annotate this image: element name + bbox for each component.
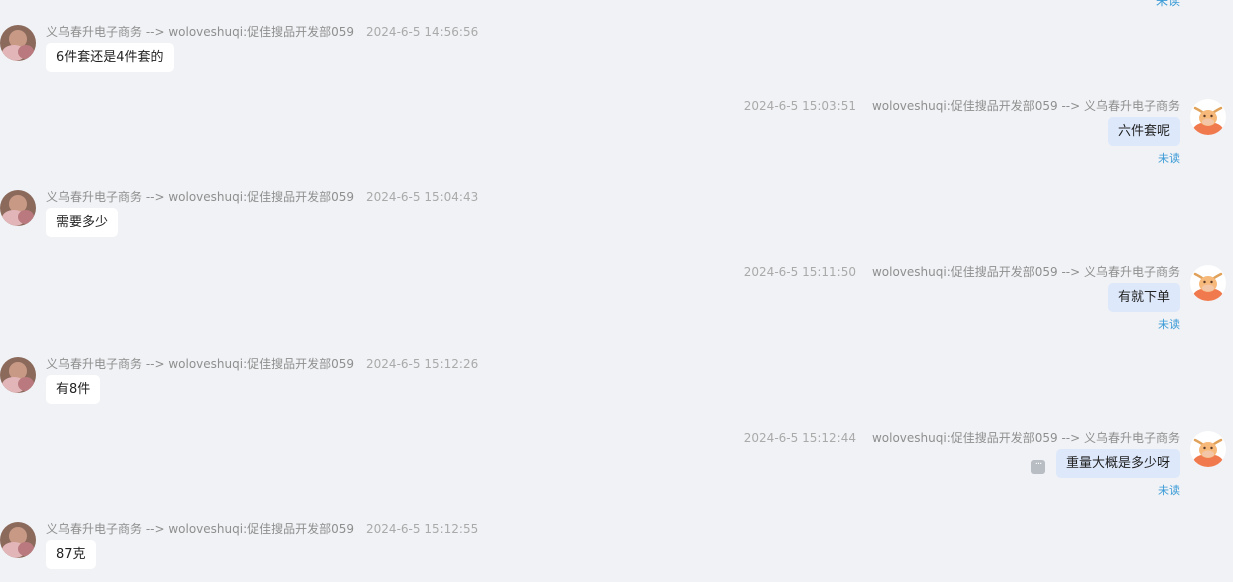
- unread-status: 未读: [1158, 318, 1180, 331]
- message-time: 2024-6-5 14:56:56: [366, 25, 479, 39]
- message-meta: 义乌春升电子商务 --> woloveshuqi:促佳搜品开发部059 2024-…: [46, 25, 478, 39]
- more-options-icon[interactable]: ···: [1031, 460, 1045, 474]
- self-avatar[interactable]: [1190, 431, 1226, 467]
- message-meta: 2024-6-5 15:03:51 woloveshuqi:促佳搜品开发部059 …: [744, 99, 1180, 113]
- message-bubble[interactable]: 有就下单: [1107, 283, 1180, 312]
- cow-avatar-icon: [1190, 431, 1226, 467]
- unread-status: 未读: [1158, 152, 1180, 165]
- message-meta: 2024-6-5 15:12:44 woloveshuqi:促佳搜品开发部059 …: [744, 431, 1180, 445]
- message-time: 2024-6-5 15:12:26: [366, 357, 479, 371]
- unread-status: 未读: [1158, 484, 1180, 497]
- message-time: 2024-6-5 15:12:55: [366, 522, 479, 536]
- message-time: 2024-6-5 15:11:50: [743, 265, 856, 279]
- message-time: 2024-6-5 15:12:44: [743, 431, 856, 445]
- sender-route: woloveshuqi:促佳搜品开发部059 --> 义乌春升电子商务: [871, 99, 1180, 113]
- message-meta: 义乌春升电子商务 --> woloveshuqi:促佳搜品开发部059 2024-…: [46, 522, 478, 536]
- self-avatar[interactable]: [1190, 265, 1226, 301]
- message-time: 2024-6-5 15:04:43: [366, 190, 479, 204]
- message-meta: 2024-6-5 15:11:50 woloveshuqi:促佳搜品开发部059 …: [744, 265, 1180, 279]
- message-bubble[interactable]: 6件套还是4件套的: [46, 43, 174, 72]
- sender-route: 义乌春升电子商务 --> woloveshuqi:促佳搜品开发部059: [46, 522, 355, 536]
- photo-avatar-icon: [0, 522, 36, 558]
- cow-avatar-icon: [1190, 265, 1226, 301]
- message-bubble[interactable]: 87克: [46, 540, 96, 569]
- message-bubble[interactable]: 六件套呢: [1107, 117, 1180, 146]
- photo-avatar-icon: [0, 25, 36, 61]
- sender-route: woloveshuqi:促佳搜品开发部059 --> 义乌春升电子商务: [871, 431, 1180, 445]
- self-avatar[interactable]: [1190, 99, 1226, 135]
- message-bubble[interactable]: 需要多少: [46, 208, 119, 237]
- contact-avatar[interactable]: [0, 522, 36, 558]
- photo-avatar-icon: [0, 357, 36, 393]
- message-meta: 义乌春升电子商务 --> woloveshuqi:促佳搜品开发部059 2024-…: [46, 357, 478, 371]
- sender-route: 义乌春升电子商务 --> woloveshuqi:促佳搜品开发部059: [46, 190, 355, 204]
- previous-message-status: 未读: [1155, 0, 1180, 8]
- sender-route: 义乌春升电子商务 --> woloveshuqi:促佳搜品开发部059: [46, 25, 355, 39]
- sender-route: woloveshuqi:促佳搜品开发部059 --> 义乌春升电子商务: [871, 265, 1180, 279]
- contact-avatar[interactable]: [0, 25, 36, 61]
- message-time: 2024-6-5 15:03:51: [743, 99, 856, 113]
- photo-avatar-icon: [0, 190, 36, 226]
- message-meta: 义乌春升电子商务 --> woloveshuqi:促佳搜品开发部059 2024-…: [46, 190, 478, 204]
- contact-avatar[interactable]: [0, 357, 36, 393]
- contact-avatar[interactable]: [0, 190, 36, 226]
- cow-avatar-icon: [1190, 99, 1226, 135]
- message-bubble[interactable]: 有8件: [46, 375, 101, 404]
- message-bubble[interactable]: 重量大概是多少呀: [1055, 449, 1180, 478]
- sender-route: 义乌春升电子商务 --> woloveshuqi:促佳搜品开发部059: [46, 357, 355, 371]
